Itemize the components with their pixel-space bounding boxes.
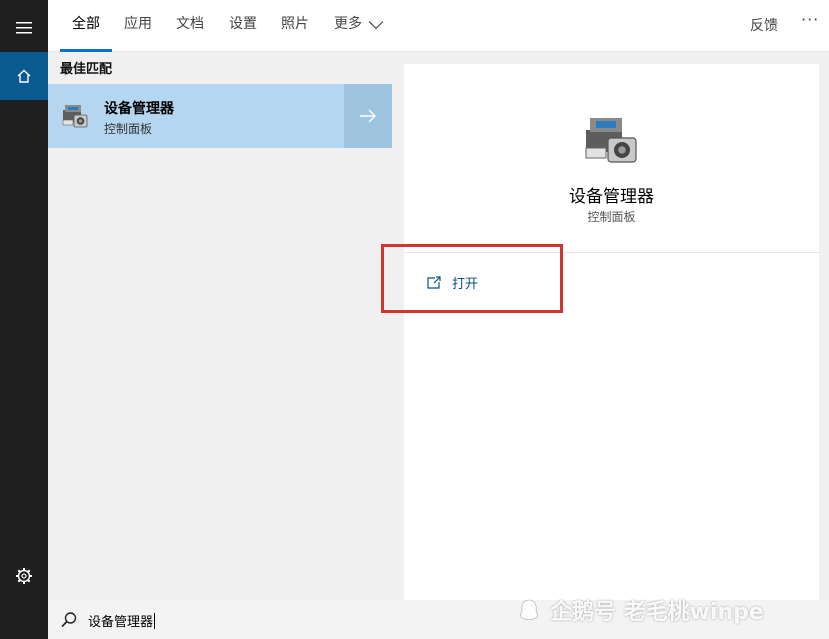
left-rail bbox=[0, 0, 48, 639]
settings-button[interactable] bbox=[0, 552, 48, 600]
result-subtitle: 控制面板 bbox=[104, 122, 153, 136]
home-icon bbox=[17, 69, 31, 83]
menu-button[interactable] bbox=[0, 4, 48, 52]
hamburger-icon bbox=[16, 22, 32, 34]
home-button[interactable] bbox=[0, 52, 48, 100]
tab-label: 照片 bbox=[281, 16, 309, 32]
tab-settings[interactable]: 设置 bbox=[229, 15, 257, 52]
watermark-text: 企鹅号 老毛桃winpe bbox=[550, 600, 764, 625]
tab-label: 应用 bbox=[124, 16, 152, 32]
tab-label: 更多 bbox=[334, 16, 362, 32]
tab-label: 设置 bbox=[229, 16, 257, 32]
search-input[interactable]: 设备管理器 bbox=[88, 611, 156, 630]
chevron-down-icon bbox=[368, 21, 384, 30]
detail-pane: 设备管理器 控制面板 打开 bbox=[404, 64, 819, 600]
detail-subtitle: 控制面板 bbox=[587, 210, 636, 224]
tab-documents[interactable]: 文档 bbox=[176, 15, 204, 52]
gear-icon bbox=[16, 568, 32, 584]
tab-all[interactable]: 全部 bbox=[60, 15, 112, 52]
tab-photos[interactable]: 照片 bbox=[281, 15, 309, 52]
top-bar: 全部 应用 文档 设置 照片 更多 反馈 ··· bbox=[48, 0, 829, 52]
search-icon bbox=[61, 612, 77, 628]
penguin-logo-icon bbox=[520, 599, 538, 620]
arrow-right-icon bbox=[360, 109, 376, 123]
search-input-value: 设备管理器 bbox=[88, 615, 154, 630]
tab-label: 文档 bbox=[176, 16, 204, 32]
more-options-button[interactable]: ··· bbox=[801, 10, 819, 29]
highlight-box bbox=[381, 244, 563, 313]
feedback-link[interactable]: 反馈 bbox=[750, 15, 778, 35]
best-match-label: 最佳匹配 bbox=[60, 62, 113, 77]
tab-label: 全部 bbox=[72, 16, 100, 32]
result-title: 设备管理器 bbox=[104, 101, 174, 117]
detail-title: 设备管理器 bbox=[569, 187, 654, 207]
tab-more[interactable]: 更多 bbox=[334, 15, 384, 52]
expand-details-button[interactable] bbox=[344, 84, 392, 148]
device-manager-icon bbox=[60, 101, 90, 135]
tab-apps[interactable]: 应用 bbox=[124, 15, 152, 52]
best-match-result[interactable]: 设备管理器 控制面板 bbox=[48, 84, 344, 148]
watermark: 企鹅号 老毛桃winpe bbox=[516, 596, 764, 625]
device-manager-icon bbox=[580, 110, 642, 170]
text-caret bbox=[154, 613, 156, 629]
